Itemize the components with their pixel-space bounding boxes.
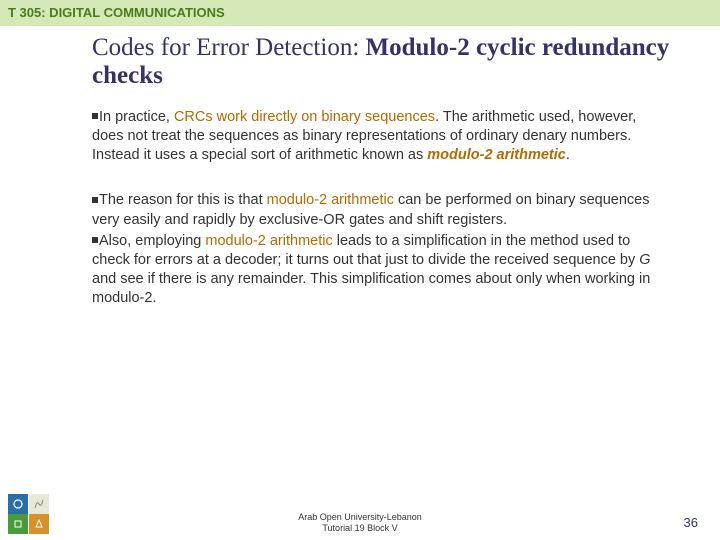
slide-title: Codes for Error Detection: Modulo-2 cycl… xyxy=(92,34,720,90)
footer-tutorial: Tutorial 19 Block V xyxy=(0,523,720,534)
bullet-2: The reason for this is that modulo-2 ari… xyxy=(92,191,654,229)
square-bullet-icon xyxy=(92,197,98,203)
footer-org: Arab Open University-Lebanon xyxy=(0,512,720,523)
p2-text-a: The reason for this is that xyxy=(99,192,267,208)
bullet-3: Also, employing modulo-2 arithmetic lead… xyxy=(92,232,654,309)
logo-cell-icon xyxy=(8,494,28,514)
course-code-title: T 305: DIGITAL COMMUNICATIONS xyxy=(8,5,225,20)
p3-highlight-b: modulo-2 arithmetic xyxy=(205,233,332,249)
logo-row-top xyxy=(8,494,49,514)
p3-var-g: G xyxy=(639,252,650,268)
slide-title-area: Codes for Error Detection: Modulo-2 cycl… xyxy=(0,26,720,108)
p1-text-a: In practice, xyxy=(99,109,174,125)
p3-text-a: Also, employing xyxy=(99,233,205,249)
p1-highlight-d: modulo-2 arithmetic xyxy=(427,147,566,163)
title-plain: Codes for Error Detection: xyxy=(92,34,366,61)
p1-highlight-b: CRCs work directly on binary sequences xyxy=(174,109,435,125)
course-header: T 305: DIGITAL COMMUNICATIONS xyxy=(0,0,720,26)
bullet-1: In practice, CRCs work directly on binar… xyxy=(92,108,654,165)
square-bullet-icon xyxy=(92,113,98,119)
p1-text-e: . xyxy=(566,147,570,163)
p2-highlight-b: modulo-2 arithmetic xyxy=(267,192,394,208)
logo-cell-icon xyxy=(29,494,49,514)
square-bullet-icon xyxy=(92,237,98,243)
p3-text-e: and see if there is any remainder. This … xyxy=(92,271,650,306)
page-number: 36 xyxy=(684,515,698,530)
footer-center: Arab Open University-Lebanon Tutorial 19… xyxy=(0,512,720,534)
slide-content: In practice, CRCs work directly on binar… xyxy=(0,108,720,308)
